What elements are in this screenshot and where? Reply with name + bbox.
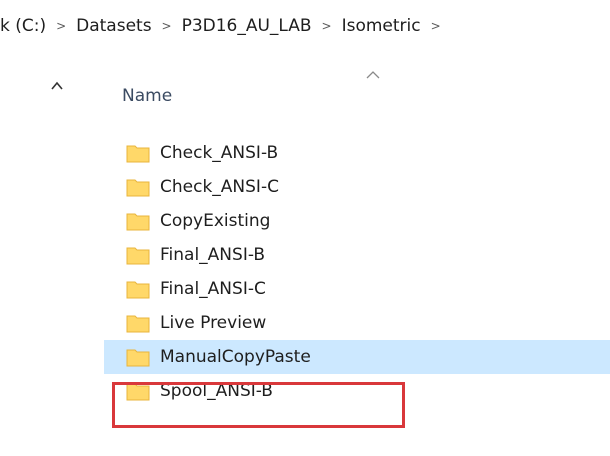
breadcrumb-item-lab[interactable]: P3D16_AU_LAB	[180, 16, 314, 36]
folder-icon	[126, 145, 150, 163]
list-item-folder[interactable]: Live Preview	[104, 306, 610, 340]
chevron-right-icon[interactable]: >	[154, 19, 180, 33]
list-item-folder-selected[interactable]: ManualCopyPaste	[104, 340, 610, 374]
sort-ascending-icon	[366, 71, 380, 79]
chevron-up-icon[interactable]	[51, 80, 63, 92]
folder-name: Spool_ANSI-B	[160, 381, 273, 401]
breadcrumb-item-isometric[interactable]: Isometric	[340, 16, 423, 36]
folder-icon	[126, 281, 150, 299]
list-item-folder[interactable]: Check_ANSI-B	[104, 136, 610, 170]
folder-icon	[126, 213, 150, 231]
folder-name: CopyExisting	[160, 211, 271, 231]
folder-icon	[126, 315, 150, 333]
file-explorer-window: k (C:) > Datasets > P3D16_AU_LAB > Isome…	[0, 0, 610, 456]
list-item-folder[interactable]: Final_ANSI-B	[104, 238, 610, 272]
breadcrumb-item-drive[interactable]: k (C:)	[0, 16, 48, 36]
folder-name: Check_ANSI-B	[160, 143, 279, 163]
folder-icon	[126, 383, 150, 401]
folder-icon	[126, 247, 150, 265]
folder-name: Final_ANSI-B	[160, 245, 266, 265]
folder-name: Final_ANSI-C	[160, 279, 266, 299]
list-item-folder[interactable]: CopyExisting	[104, 204, 610, 238]
column-header-name[interactable]: Name	[104, 70, 610, 118]
list-item-folder[interactable]: Check_ANSI-C	[104, 170, 610, 204]
folder-name: ManualCopyPaste	[160, 347, 311, 367]
folder-icon	[126, 179, 150, 197]
breadcrumb: k (C:) > Datasets > P3D16_AU_LAB > Isome…	[0, 0, 610, 52]
folder-name: Check_ANSI-C	[160, 177, 279, 197]
folder-name: Live Preview	[160, 313, 267, 333]
chevron-right-icon[interactable]: >	[423, 19, 449, 33]
chevron-right-icon[interactable]: >	[48, 19, 74, 33]
chevron-right-icon[interactable]: >	[314, 19, 340, 33]
list-item-folder[interactable]: Final_ANSI-C	[104, 272, 610, 306]
column-header-label: Name	[122, 86, 173, 106]
breadcrumb-item-datasets[interactable]: Datasets	[74, 16, 153, 36]
list-item-folder[interactable]: Spool_ANSI-B	[104, 374, 610, 408]
folder-icon	[126, 349, 150, 367]
file-list: Check_ANSI-B Check_ANSI-C CopyExisting F…	[104, 136, 610, 408]
